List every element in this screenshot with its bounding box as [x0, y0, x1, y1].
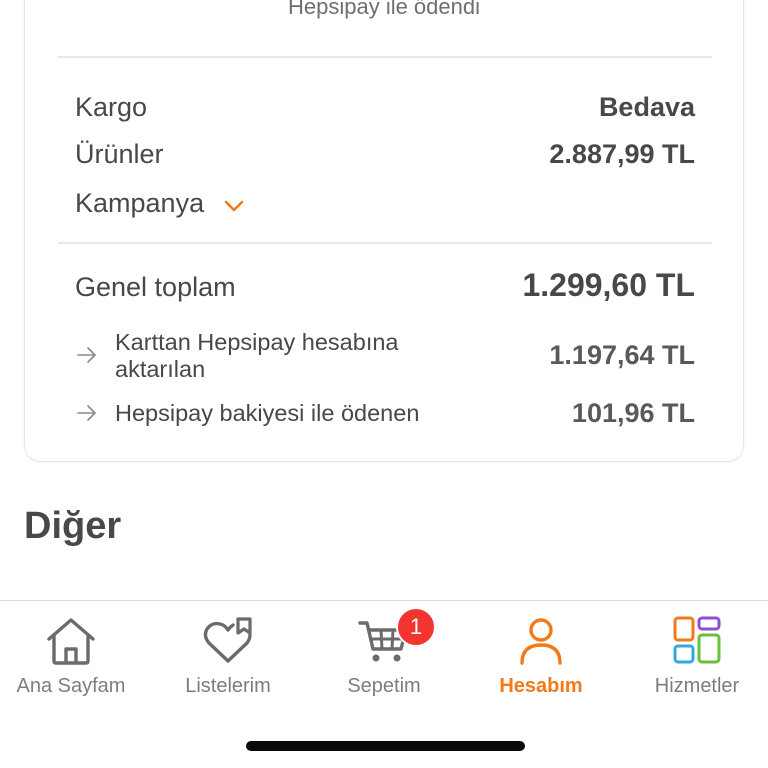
other-section-title: Diğer: [24, 505, 122, 547]
payment-method-note: Hepsipay ile ödendi: [287, 0, 481, 19]
shipping-value: Bedava: [598, 92, 695, 122]
home-icon: [47, 618, 95, 665]
user-icon: [520, 618, 562, 665]
tab-home-label: Ana Sayfam: [16, 675, 126, 697]
cart-count-badge: 1: [396, 607, 436, 647]
services-grid-icon: [673, 616, 721, 664]
payment-summary-card: [24, 0, 744, 462]
tab-lists[interactable]: Listelerim: [151, 601, 305, 711]
summary-divider-top: [58, 56, 712, 58]
heart-bookmark-icon: [203, 617, 252, 663]
card-transfer-value: 1.197,64 TL: [549, 340, 695, 370]
grand-total-label: Genel toplam: [75, 272, 236, 302]
balance-paid-value: 101,96 TL: [571, 398, 695, 428]
tab-cart-label: Sepetim: [347, 675, 421, 697]
shipping-label: Kargo: [75, 92, 148, 122]
products-value: 2.887,99 TL: [549, 139, 695, 169]
grand-total-value: 1.299,60 TL: [522, 267, 695, 303]
arrow-right-icon: [77, 405, 96, 421]
products-label: Ürünler: [75, 139, 164, 169]
campaign-toggle[interactable]: Kampanya: [75, 186, 204, 220]
arrow-right-icon: [77, 347, 96, 363]
balance-paid-label: Hepsipay bakiyesi ile ödenen: [115, 400, 420, 426]
home-indicator[interactable]: [246, 741, 525, 751]
tab-services[interactable]: Hizmetler: [620, 601, 768, 711]
tab-account[interactable]: Hesabım: [464, 601, 618, 711]
tab-account-label: Hesabım: [499, 675, 583, 697]
tab-lists-label: Listelerim: [185, 675, 271, 697]
tab-cart[interactable]: Sepetim: [307, 601, 461, 711]
tab-home[interactable]: Ana Sayfam: [0, 601, 148, 711]
chevron-down-icon[interactable]: [222, 196, 246, 216]
summary-divider-middle: [58, 242, 712, 244]
tab-services-label: Hizmetler: [654, 675, 740, 697]
card-transfer-label: Karttan Hepsipay hesabına aktarılan: [115, 329, 399, 382]
order-detail-screen: Hepsipay ile ödendi Kargo Bedava Ürünler…: [0, 0, 768, 768]
